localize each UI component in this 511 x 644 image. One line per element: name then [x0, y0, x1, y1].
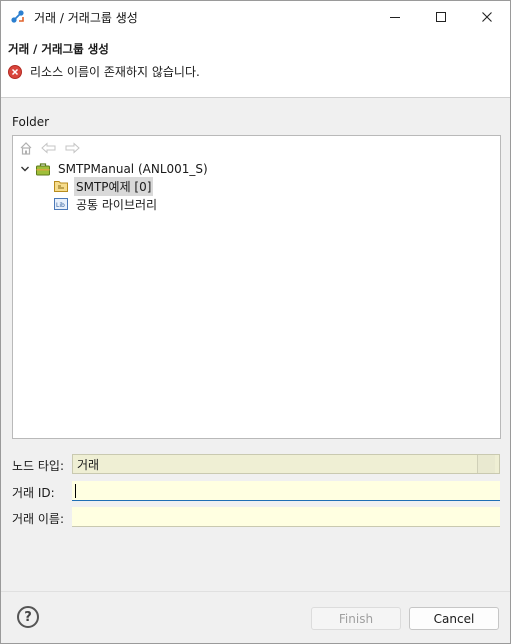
minimize-icon[interactable] — [372, 1, 418, 33]
transaction-id-label: 거래 ID: — [12, 486, 55, 500]
tree-node-label: SMTP예제 [0] — [74, 176, 154, 196]
tree-node-library[interactable]: Lib 공통 라이브러리 — [53, 195, 159, 213]
tree-node-project[interactable]: SMTPManual (ANL001_S) — [19, 160, 210, 178]
maximize-icon[interactable] — [418, 1, 464, 33]
title-bar: 거래 / 거래그룹 생성 — [1, 1, 510, 33]
transaction-name-input[interactable] — [72, 507, 500, 527]
footer-divider — [1, 591, 510, 592]
transaction-name-label: 거래 이름: — [12, 512, 65, 526]
forward-icon[interactable] — [63, 140, 80, 157]
error-icon — [8, 64, 22, 79]
tree-toolbar — [17, 139, 80, 157]
folder-label: Folder — [12, 115, 50, 129]
node-type-end — [477, 455, 495, 473]
wizard-title: 거래 / 거래그룹 생성 — [8, 42, 109, 56]
svg-text:Lib: Lib — [56, 202, 65, 209]
cancel-button[interactable]: Cancel — [409, 607, 499, 630]
tree-node-label: SMTPManual (ANL001_S) — [58, 162, 208, 176]
home-icon[interactable] — [17, 140, 34, 157]
tree-node-folder[interactable]: SMTP예제 [0] — [53, 176, 154, 196]
dialog-window: 거래 / 거래그룹 생성 거래 / 거래그룹 생성 리소스 이름이 존재하지 않… — [0, 0, 511, 644]
error-message-row: 리소스 이름이 존재하지 않습니다. — [8, 63, 200, 80]
project-icon — [35, 161, 51, 177]
folder-tree[interactable]: SMTPManual (ANL001_S) SMTP예제 [0] Lib 공통 … — [12, 135, 501, 439]
chevron-down-icon[interactable] — [19, 163, 31, 175]
folder-icon — [53, 178, 69, 194]
close-icon[interactable] — [464, 1, 510, 33]
transaction-id-input[interactable] — [72, 481, 500, 501]
node-type-value: 거래 — [77, 457, 100, 472]
error-message: 리소스 이름이 존재하지 않습니다. — [30, 65, 200, 79]
window-title: 거래 / 거래그룹 생성 — [34, 10, 138, 25]
node-type-label: 노드 타입: — [12, 459, 65, 473]
app-icon — [10, 9, 26, 25]
back-icon[interactable] — [40, 140, 57, 157]
window-controls — [372, 1, 510, 33]
text-caret — [75, 484, 76, 498]
wizard-header: 거래 / 거래그룹 생성 리소스 이름이 존재하지 않습니다. — [1, 33, 510, 98]
library-icon: Lib — [53, 196, 69, 212]
node-type-field: 거래 — [72, 454, 500, 474]
tree-node-label: 공통 라이브러리 — [76, 197, 158, 212]
help-icon[interactable]: ? — [17, 606, 39, 628]
finish-button[interactable]: Finish — [311, 607, 401, 630]
